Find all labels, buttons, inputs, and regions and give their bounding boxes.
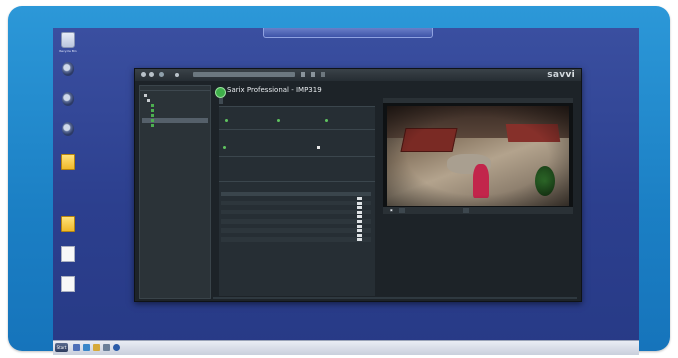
section-title — [219, 107, 375, 109]
app-toolbar: savvi — [135, 69, 581, 81]
device-panel: Sarix Professional - IMP319 ▣ — [213, 85, 577, 297]
status-indicator — [323, 118, 328, 122]
events-table — [221, 192, 371, 242]
device-title: Sarix Professional - IMP319 — [227, 86, 322, 94]
dropdown-icon[interactable] — [301, 72, 305, 77]
video-button[interactable] — [399, 208, 405, 213]
motion-section — [219, 156, 375, 181]
savvi-taskbar-icon[interactable] — [113, 344, 120, 351]
section-title — [219, 130, 375, 132]
address-bar[interactable] — [193, 72, 295, 77]
start-button[interactable]: Start — [55, 343, 68, 352]
relay-checkbox[interactable] — [317, 145, 321, 149]
tab[interactable] — [249, 98, 253, 104]
menu-icon[interactable] — [321, 72, 325, 77]
network-icon[interactable] — [56, 92, 80, 107]
network-icon[interactable] — [56, 122, 80, 137]
row-action-icon[interactable] — [357, 215, 362, 219]
section-title — [219, 182, 375, 184]
checkbox-icon — [317, 145, 320, 149]
status-dot-icon — [325, 118, 328, 122]
tab[interactable] — [303, 98, 307, 104]
video-button[interactable] — [463, 208, 469, 213]
logo-accent: vi — [565, 70, 575, 80]
status-section — [219, 106, 375, 129]
camera-status-icon — [151, 113, 154, 117]
row-action-icon[interactable] — [357, 206, 362, 210]
browser-icon[interactable] — [83, 344, 90, 351]
taskbar: Start — [53, 340, 639, 355]
desktop-screen: Recycle Bin savvi Sarix Professional - I… — [53, 28, 639, 355]
row-action-icon[interactable] — [357, 201, 362, 205]
relay-icon — [223, 145, 226, 149]
status-indicator — [223, 118, 228, 122]
back-icon[interactable] — [141, 72, 146, 77]
app-icon[interactable] — [103, 344, 110, 351]
tab-status[interactable] — [219, 98, 223, 104]
camera-status-icon — [151, 103, 154, 107]
search-icon[interactable] — [311, 72, 315, 77]
table-row[interactable] — [221, 237, 371, 242]
row-action-icon[interactable] — [357, 233, 362, 237]
status-dot-icon — [225, 118, 228, 122]
row-action-icon[interactable] — [357, 229, 362, 233]
row-action-icon[interactable] — [357, 224, 362, 228]
relays-section — [219, 129, 375, 156]
tab[interactable] — [235, 98, 239, 104]
row-action-icon[interactable] — [357, 219, 362, 223]
remote-session-bar[interactable] — [263, 28, 433, 38]
home-icon[interactable] — [175, 73, 179, 77]
snapshot-icon[interactable]: ▣ — [387, 208, 396, 213]
folder-icon[interactable] — [56, 154, 80, 171]
logo-text: sav — [547, 70, 566, 80]
folder-icon[interactable] — [93, 344, 100, 351]
camera-status-icon — [151, 118, 154, 122]
row-action-icon[interactable] — [357, 197, 362, 200]
tree-item[interactable] — [142, 123, 208, 128]
savvi-app-window: savvi Sarix Professional - IMP319 ▣ — [134, 68, 582, 302]
status-dot-icon — [277, 118, 280, 122]
events-section — [219, 181, 375, 296]
camera-status-icon — [151, 108, 154, 112]
refresh-icon[interactable] — [159, 72, 164, 77]
network-icon[interactable] — [56, 62, 80, 77]
status-bar — [213, 297, 577, 299]
tab[interactable] — [263, 98, 267, 104]
document-icon[interactable] — [56, 276, 80, 293]
status-indicator — [275, 118, 280, 122]
document-icon[interactable] — [56, 246, 80, 263]
promo-frame: Recycle Bin savvi Sarix Professional - I… — [8, 6, 670, 355]
recycle-bin-icon[interactable]: Recycle Bin — [56, 32, 80, 53]
explorer-icon[interactable] — [73, 344, 80, 351]
video-controls: ▣ — [383, 207, 573, 214]
forward-icon[interactable] — [149, 72, 154, 77]
camera-status-icon — [151, 123, 154, 127]
row-action-icon[interactable] — [357, 210, 362, 214]
online-status-icon — [215, 87, 226, 98]
desktop-icon-label: Recycle Bin — [59, 49, 77, 53]
tree-node-icon — [144, 93, 147, 97]
video-header — [383, 98, 573, 103]
device-tree-pane — [139, 85, 211, 299]
live-video-panel: ▣ — [383, 98, 573, 214]
section-title — [219, 157, 375, 159]
folder-icon[interactable] — [56, 216, 80, 233]
relay-state — [223, 145, 228, 149]
savvi-logo: savvi — [547, 70, 575, 80]
tab[interactable] — [285, 98, 289, 104]
camera-feed[interactable] — [387, 106, 569, 206]
tree-node-icon — [147, 98, 150, 102]
row-action-icon[interactable] — [357, 238, 362, 242]
